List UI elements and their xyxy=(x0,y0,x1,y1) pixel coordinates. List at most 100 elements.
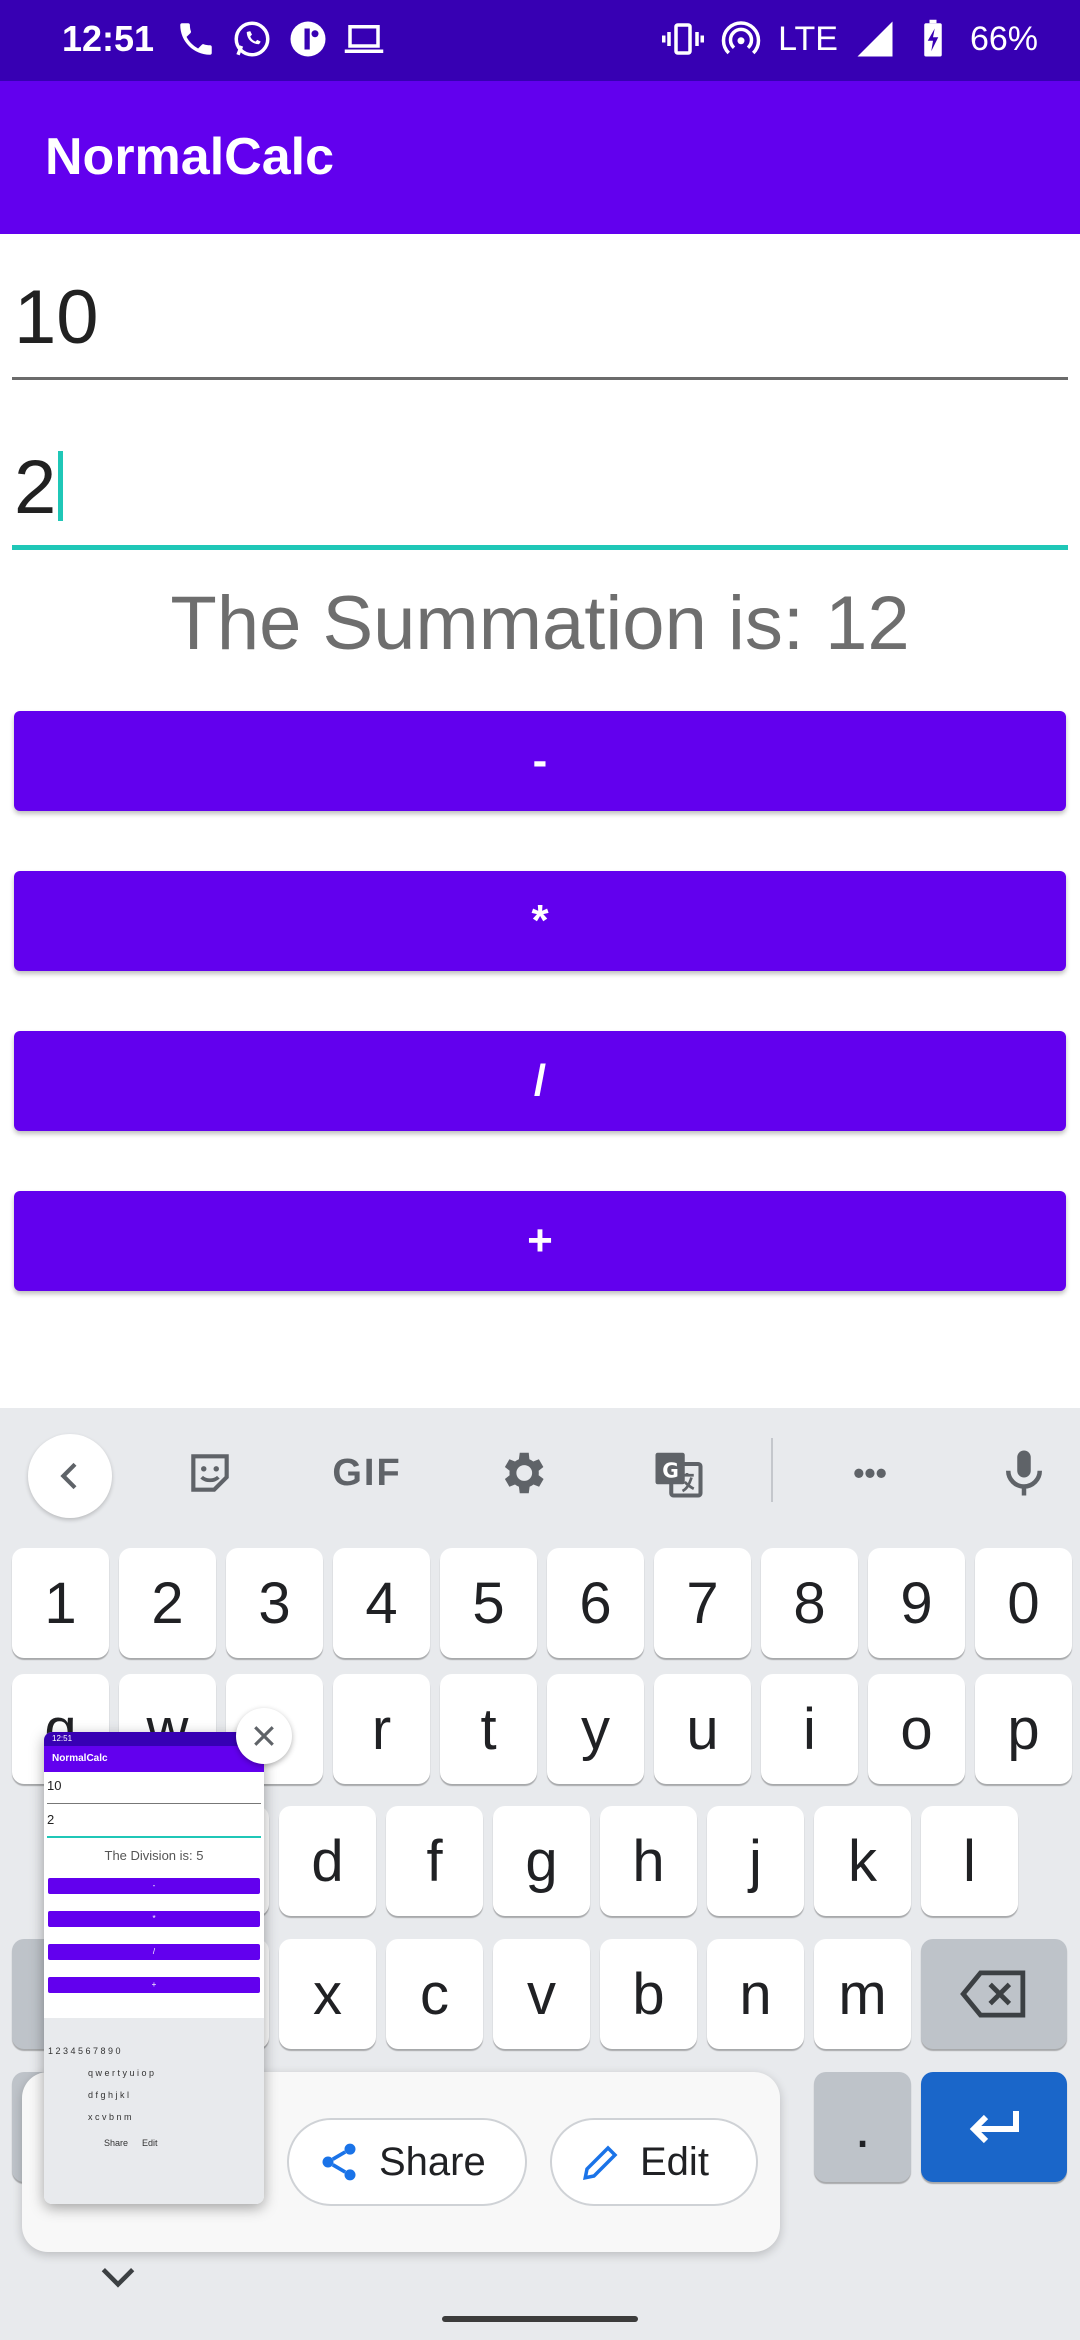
hotspot-icon xyxy=(721,21,761,55)
thumbnail-row3: x c v b n m xyxy=(88,2112,132,2122)
key-y[interactable]: y xyxy=(547,1674,644,1784)
back-icon xyxy=(60,1462,77,1490)
key-9[interactable]: 9 xyxy=(868,1548,965,1658)
status-system-icons: LTE 66% xyxy=(662,18,1038,60)
dismiss-screenshot-button[interactable] xyxy=(236,1708,292,1764)
app-icon xyxy=(290,21,326,57)
key-1[interactable]: 1 xyxy=(12,1548,109,1658)
keyboard-toolbar: GIF G ••• xyxy=(0,1408,1080,1534)
key-7[interactable]: 7 xyxy=(654,1548,751,1658)
edit-pencil-icon xyxy=(583,2145,618,2180)
key-t[interactable]: t xyxy=(440,1674,537,1784)
thumbnail-second-input: 2 xyxy=(47,1812,261,1838)
add-button[interactable]: + xyxy=(14,1191,1066,1291)
screenshot-thumbnail[interactable]: 12:51 NormalCalc 10 2 The Division is: 5… xyxy=(44,1732,264,2204)
sticker-icon xyxy=(191,1454,229,1492)
status-notification-icons xyxy=(175,18,385,60)
app-bar: NormalCalc xyxy=(0,81,1080,234)
vibrate-icon xyxy=(662,23,705,55)
key-k[interactable]: k xyxy=(814,1806,911,1916)
settings-icon xyxy=(504,1452,544,1494)
backspace-key[interactable] xyxy=(921,1939,1067,2049)
first-number-input[interactable]: 10 xyxy=(12,262,1068,380)
divide-button[interactable]: / xyxy=(14,1031,1066,1131)
key-f[interactable]: f xyxy=(386,1806,483,1916)
thumbnail-multiply-button: * xyxy=(48,1911,260,1927)
phone-icon xyxy=(180,23,212,55)
thumbnail-row2: d f g h j k l xyxy=(88,2090,130,2100)
key-m[interactable]: m xyxy=(814,1939,911,2049)
thumbnail-status-bar: 12:51 xyxy=(44,1732,264,1746)
key-6[interactable]: 6 xyxy=(547,1548,644,1658)
key-g[interactable]: g xyxy=(493,1806,590,1916)
key-p[interactable]: p xyxy=(975,1674,1072,1784)
thumbnail-app-title: NormalCalc xyxy=(44,1746,264,1772)
thumbnail-add-button: + xyxy=(48,1977,260,1993)
text-cursor xyxy=(58,451,64,521)
translate-button[interactable]: G xyxy=(648,1443,708,1503)
signal-icon xyxy=(857,21,893,57)
thumbnail-number-row: 1 2 3 4 5 6 7 8 9 0 xyxy=(48,2046,121,2056)
whatsapp-icon xyxy=(234,21,270,57)
key-d[interactable]: d xyxy=(279,1806,376,1916)
first-number-value: 10 xyxy=(14,275,99,360)
multiply-button[interactable]: * xyxy=(14,871,1066,971)
hide-keyboard-chevron-icon[interactable] xyxy=(96,2262,140,2292)
close-icon xyxy=(254,1726,274,1746)
translate-icon: G xyxy=(655,1452,703,1498)
key-b[interactable]: b xyxy=(600,1939,697,2049)
battery-charging-icon xyxy=(924,19,942,57)
key-u[interactable]: u xyxy=(654,1674,751,1784)
key-r[interactable]: r xyxy=(333,1674,430,1784)
thumbnail-actions: Share Edit xyxy=(104,2138,158,2148)
toolbar-back-button[interactable] xyxy=(28,1434,112,1518)
enter-icon xyxy=(969,2111,1019,2144)
result-text: The Summation is: 12 xyxy=(170,581,910,666)
key-8[interactable]: 8 xyxy=(761,1548,858,1658)
svg-text:G: G xyxy=(662,1459,679,1483)
edit-button[interactable]: Edit xyxy=(550,2118,758,2206)
laptop-icon xyxy=(344,25,384,53)
status-bar: 12:51 LTE 66% xyxy=(0,0,1080,81)
settings-button[interactable] xyxy=(492,1443,552,1503)
key-x[interactable]: x xyxy=(279,1939,376,2049)
key-o[interactable]: o xyxy=(868,1674,965,1784)
key-2[interactable]: 2 xyxy=(119,1548,216,1658)
sticker-button[interactable] xyxy=(180,1443,240,1503)
more-button[interactable]: ••• xyxy=(840,1443,900,1503)
backspace-icon xyxy=(960,1970,1026,2018)
key-j[interactable]: j xyxy=(707,1806,804,1916)
enter-key[interactable] xyxy=(921,2072,1067,2182)
key-v[interactable]: v xyxy=(493,1939,590,2049)
key-4[interactable]: 4 xyxy=(333,1548,430,1658)
app-title: NormalCalc xyxy=(45,128,334,186)
key-h[interactable]: h xyxy=(600,1806,697,1916)
share-icon xyxy=(322,2143,356,2181)
key-n[interactable]: n xyxy=(707,1939,804,2049)
key-i[interactable]: i xyxy=(761,1674,858,1784)
thumbnail-subtract-button: - xyxy=(48,1878,260,1894)
gesture-home-bar[interactable] xyxy=(442,2316,638,2322)
key-c[interactable]: c xyxy=(386,1939,483,2049)
subtract-button[interactable]: - xyxy=(14,711,1066,811)
mic-icon xyxy=(1006,1450,1042,1496)
network-type: LTE xyxy=(778,19,838,58)
key-3[interactable]: 3 xyxy=(226,1548,323,1658)
gif-button[interactable]: GIF xyxy=(322,1443,412,1503)
thumbnail-first-input: 10 xyxy=(47,1778,261,1804)
thumbnail-row1: q w e r t y u i o p xyxy=(88,2068,155,2078)
share-button[interactable]: Share xyxy=(287,2118,527,2206)
key-0[interactable]: 0 xyxy=(975,1548,1072,1658)
edit-label: Edit xyxy=(640,2139,709,2184)
second-number-input[interactable]: 2 xyxy=(12,432,1068,550)
thumbnail-result: The Division is: 5 xyxy=(104,1848,204,1863)
second-number-value: 2 xyxy=(14,444,64,531)
key-5[interactable]: 5 xyxy=(440,1548,537,1658)
share-label: Share xyxy=(379,2139,486,2184)
toolbar-divider xyxy=(771,1438,773,1502)
key-l[interactable]: l xyxy=(921,1806,1018,1916)
period-key[interactable]: . xyxy=(814,2072,911,2182)
thumbnail-divide-button: / xyxy=(48,1944,260,1960)
status-time: 12:51 xyxy=(62,18,155,59)
voice-input-button[interactable] xyxy=(994,1443,1054,1503)
